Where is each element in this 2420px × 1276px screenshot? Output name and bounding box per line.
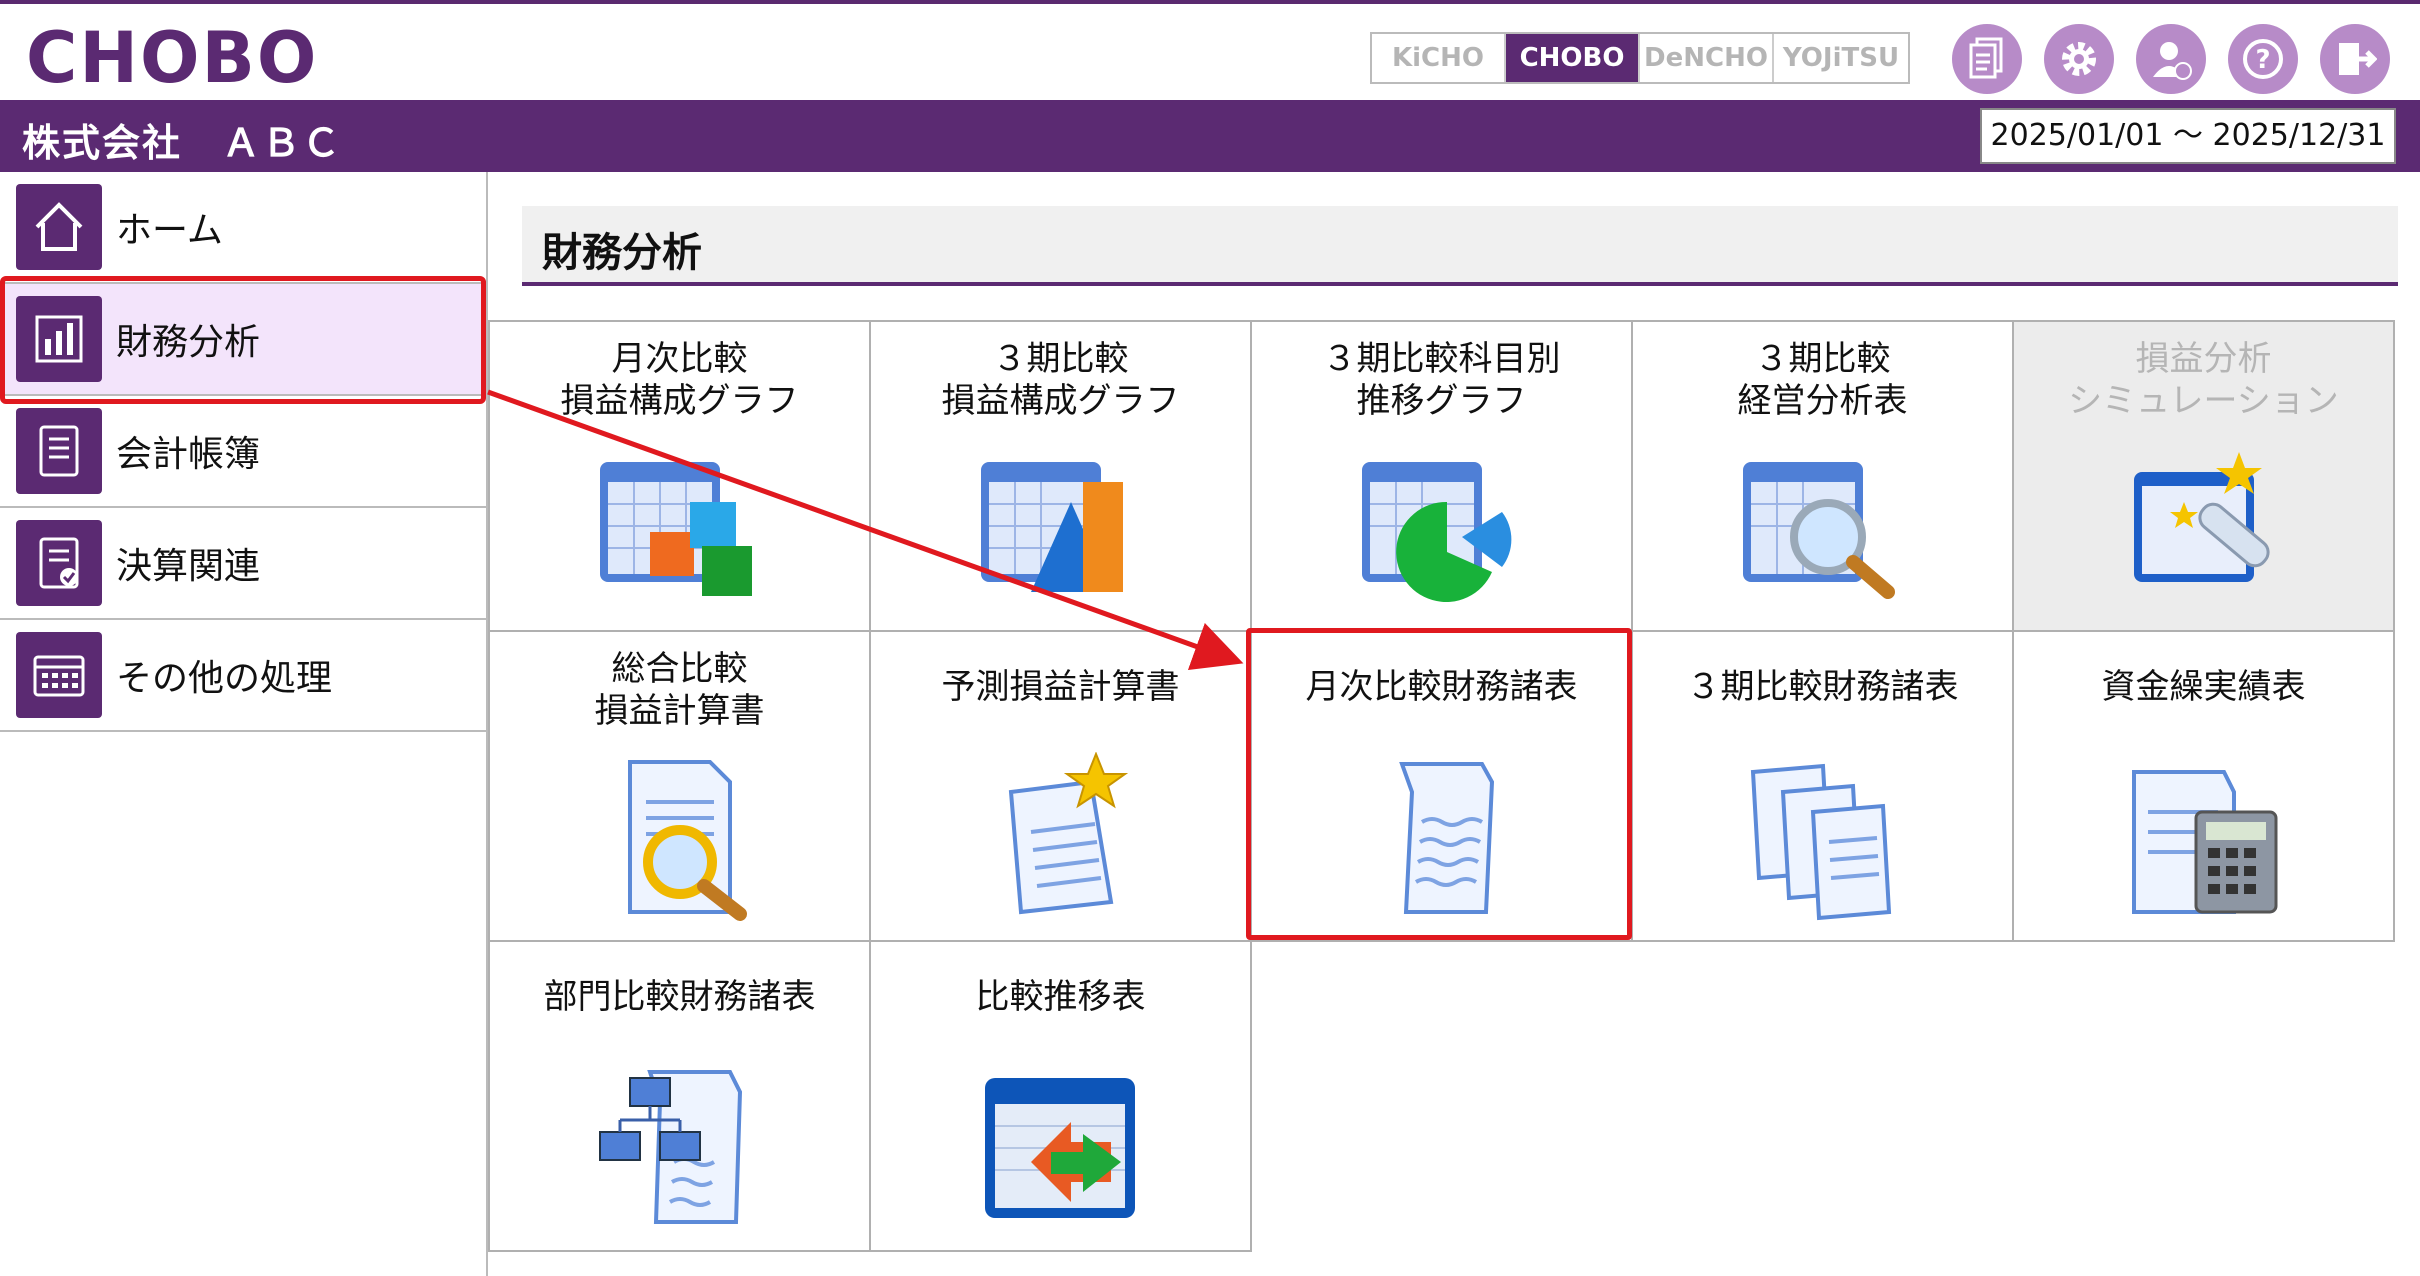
sidebar-item-other[interactable]: その他の処理 xyxy=(0,620,486,732)
window-arrows-icon xyxy=(984,1078,1135,1218)
tile-label: 損益分析 シミュレーション xyxy=(2068,339,2339,421)
gear-icon[interactable] xyxy=(2044,24,2114,94)
document-icon[interactable] xyxy=(1952,24,2022,94)
calendar-pie-icon xyxy=(1361,462,1511,602)
tile-label: ３期比較 経営分析表 xyxy=(1737,339,1908,421)
sidebar-highlight-box xyxy=(0,276,486,404)
user-icon[interactable] xyxy=(2136,24,2206,94)
tile-pl-simulation[interactable]: 損益分析 シミュレーション xyxy=(2012,320,2395,632)
ledger-icon xyxy=(16,408,102,494)
tile-highlight-box xyxy=(1246,628,1632,940)
header-icon-group: ? xyxy=(1952,24,2390,94)
calendar-cubes-icon xyxy=(599,462,752,596)
sidebar-item-label: その他の処理 xyxy=(116,658,333,699)
calendar-pyramid-icon xyxy=(980,462,1123,592)
sidebar-item-settlement[interactable]: 決算関連 xyxy=(0,508,486,620)
page-title: 財務分析 xyxy=(542,230,702,276)
tile-label: 資金繰実績表 xyxy=(2101,667,2306,707)
calendar-magnifier-icon xyxy=(1742,462,1895,599)
settlement-icon xyxy=(16,520,102,606)
tile-label: ３期比較科目別 推移グラフ xyxy=(1322,339,1561,421)
product-switcher: KiCHO CHOBO DeNCHO YOJiTSU xyxy=(1370,32,1910,84)
chobo-logo[interactable]: CHOBO xyxy=(26,17,319,99)
fiscal-period[interactable]: 2025/01/01 ～ 2025/12/31 xyxy=(1980,108,2396,164)
tile-comprehensive-pl[interactable]: 総合比較 損益計算書 xyxy=(488,630,871,942)
tile-3period-management-analysis[interactable]: ３期比較 経営分析表 xyxy=(1631,320,2014,632)
tile-label: 比較推移表 xyxy=(975,977,1146,1017)
document-magnifier-icon xyxy=(627,760,747,921)
page-title-bar: 財務分析 xyxy=(522,206,2398,286)
sidebar-item-home[interactable]: ホーム xyxy=(0,172,486,284)
svg-text:?: ? xyxy=(2255,45,2270,75)
logo-text: CHOBO xyxy=(26,17,319,99)
document-star-icon xyxy=(1008,752,1128,915)
logout-icon[interactable] xyxy=(2320,24,2390,94)
tile-label: ３期比較財務諸表 xyxy=(1686,667,1959,707)
product-tab-kicho[interactable]: KiCHO xyxy=(1372,34,1506,82)
tile-3period-pl-graph[interactable]: ３期比較 損益構成グラフ xyxy=(869,320,1252,632)
sidebar-item-label: 決算関連 xyxy=(116,546,261,587)
sidebar-item-ledger[interactable]: 会計帳簿 xyxy=(0,396,486,508)
tile-label: 総合比較 損益計算書 xyxy=(594,649,765,731)
tile-forecast-pl[interactable]: 予測損益計算書 xyxy=(869,630,1252,942)
documents-stack-icon xyxy=(1750,763,1891,921)
company-bar: 株式会社 ＡＢＣ 2025/01/01 ～ 2025/12/31 xyxy=(0,100,2420,172)
tile-3period-financial-statements[interactable]: ３期比較財務諸表 xyxy=(1631,630,2014,942)
company-name: 株式会社 ＡＢＣ xyxy=(22,121,343,165)
help-icon[interactable]: ? xyxy=(2228,24,2298,94)
tile-label: 予測損益計算書 xyxy=(941,667,1180,707)
calculator-icon xyxy=(16,632,102,718)
home-icon xyxy=(16,184,102,270)
tile-label: 部門比較財務諸表 xyxy=(543,977,816,1017)
telescope-stars-icon xyxy=(2133,452,2270,582)
tile-label: ３期比較 損益構成グラフ xyxy=(941,339,1180,421)
tile-department-financial-statements[interactable]: 部門比較財務諸表 xyxy=(488,940,871,1252)
tile-comparison-trend[interactable]: 比較推移表 xyxy=(869,940,1252,1252)
top-header: CHOBO KiCHO CHOBO DeNCHO YOJiTSU ? xyxy=(0,0,2420,100)
tile-monthly-pl-graph[interactable]: 月次比較 損益構成グラフ xyxy=(488,320,871,632)
tile-cash-flow-actual[interactable]: 資金繰実績表 xyxy=(2012,630,2395,942)
sidebar-item-label: ホーム xyxy=(116,210,223,251)
sidebar-item-label: 会計帳簿 xyxy=(116,434,261,475)
product-tab-dencho[interactable]: DeNCHO xyxy=(1640,34,1774,82)
product-tab-chobo[interactable]: CHOBO xyxy=(1506,34,1640,82)
document-calculator-icon xyxy=(2131,770,2277,914)
document-network-icon xyxy=(598,1070,742,1224)
tile-label: 月次比較 損益構成グラフ xyxy=(560,339,799,421)
product-tab-yojitsu[interactable]: YOJiTSU xyxy=(1774,34,1908,82)
tile-3period-account-trend[interactable]: ３期比較科目別 推移グラフ xyxy=(1250,320,1633,632)
